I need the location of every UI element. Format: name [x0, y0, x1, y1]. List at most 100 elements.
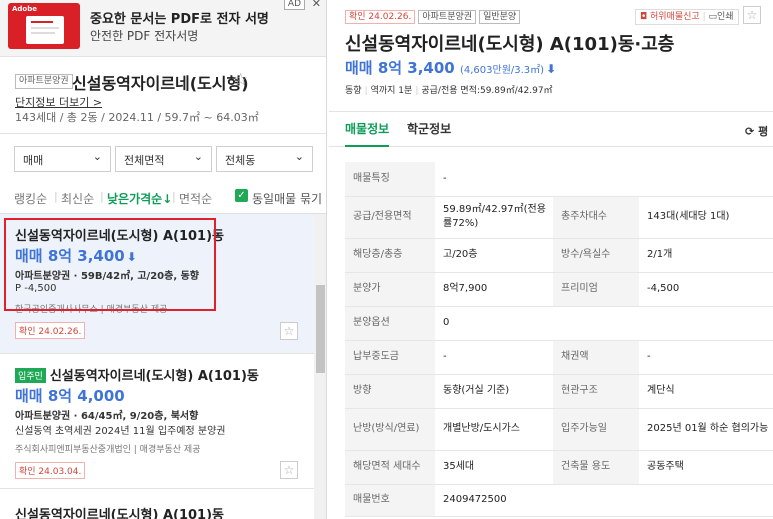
- arrow-down-icon: ⬇: [546, 62, 557, 76]
- ad-subtitle: 안전한 PDF 전자서명: [90, 29, 199, 43]
- sort-latest[interactable]: 최신순: [61, 190, 94, 207]
- confirm-badge: 확인 24.03.04.: [15, 462, 86, 479]
- building-value: 전체동: [225, 154, 256, 167]
- divider: |: [54, 190, 58, 203]
- listing-price: 매매 8억 3,400 ⬇: [15, 247, 137, 265]
- ad-banner[interactable]: Adobe 중요한 문서는 PDF로 전자 서명 안전한 PDF 전자서명 AD…: [0, 0, 326, 57]
- chevron-down-icon: ⌄: [294, 150, 304, 163]
- sort-low-price[interactable]: 낮은가격순↓: [107, 190, 172, 207]
- scrollbar[interactable]: [314, 214, 326, 519]
- tab-listing-info[interactable]: 매물정보: [345, 120, 389, 137]
- star-icon[interactable]: ☆: [280, 461, 298, 479]
- star-icon[interactable]: ☆: [280, 322, 298, 340]
- detail-label: 채권액: [553, 340, 639, 375]
- table-row: 매물특징 -: [345, 162, 773, 197]
- detail-value: 0: [435, 306, 553, 341]
- table-row: 분양옵션 0: [345, 306, 773, 341]
- listing-name[interactable]: 입주민 신설동역자이르네(도시형) A(101)동: [15, 365, 259, 384]
- detail-label: 난방(방식/연료): [345, 408, 435, 451]
- detail-label: 프리미엄: [553, 272, 639, 307]
- same-listing-label[interactable]: 동일매물 묶기: [252, 190, 322, 207]
- close-icon[interactable]: ✕: [312, 0, 321, 10]
- listing-agent: 한국공인중개사사무소 | 매경부동산 제공: [15, 305, 168, 315]
- trade-type-select[interactable]: 매매 ⌄: [14, 146, 111, 172]
- detail-label: 분양가: [345, 272, 435, 307]
- detail-label: 공급/전용면적: [345, 196, 435, 239]
- listing-name[interactable]: 신설동역자이르네(도시형) A(101)동: [15, 225, 224, 244]
- divider: |: [100, 190, 104, 203]
- detail-value: [639, 306, 773, 341]
- chevron-down-icon: ⌄: [193, 150, 203, 163]
- refresh-icon: ⟳: [745, 125, 755, 138]
- adobe-logo: Adobe: [12, 5, 37, 13]
- list-item[interactable]: 신설동역자이르네(도시형) A(101)동: [0, 490, 314, 519]
- tab-underline: [345, 145, 389, 147]
- listing-extra: P -4,500: [15, 283, 57, 294]
- print-button[interactable]: ▭인쇄: [708, 12, 733, 22]
- detail-value: 개별난방/도시가스: [435, 408, 553, 451]
- detail-label: 방수/욕실수: [553, 238, 639, 273]
- star-icon[interactable]: ☆: [743, 6, 761, 24]
- detail-value: 8억7,900: [435, 272, 553, 307]
- ad-thumbnail[interactable]: Adobe: [8, 3, 80, 49]
- same-listing-checkbox[interactable]: ✓: [235, 189, 248, 202]
- siren-icon: ◘: [640, 12, 648, 22]
- detail-value: 59.89㎡/42.97㎡(전용률72%): [435, 196, 553, 239]
- detail-label: 매물특징: [345, 162, 435, 197]
- detail-label: 건축물 용도: [553, 450, 639, 485]
- detail-label: 현관구조: [553, 374, 639, 409]
- tab-school-info[interactable]: 학군정보: [407, 120, 451, 137]
- price-per-area: (4,603만원/3.3㎡): [459, 65, 545, 76]
- listing-extra: 신설동역 초역세권 2024년 11월 입주예정 분양권: [15, 426, 226, 437]
- detail-value: 2025년 01월 하순 협의가능: [639, 408, 773, 451]
- table-row: 방향 동향(거실 기준) 현관구조 계단식: [345, 374, 773, 409]
- chevron-down-icon: ⌄: [92, 150, 102, 163]
- detail-label: 방향: [345, 374, 435, 409]
- listing-agent: 주식회사피엔피부동산중개법인 | 매경부동산 제공: [15, 445, 201, 455]
- detail-tag: 아파트분양권: [418, 10, 477, 24]
- complex-summary: 143세대 / 총 2동 / 2024.11 / 59.7㎡ ~ 64.03㎡: [15, 111, 259, 124]
- detail-label: [553, 484, 639, 517]
- sort-ranking[interactable]: 랭킹순: [14, 190, 47, 207]
- report-button[interactable]: ◘ 허위매물신고: [640, 12, 700, 22]
- detail-label: 입주가능일: [553, 408, 639, 451]
- list-item[interactable]: 입주민 신설동역자이르네(도시형) A(101)동 매매 8억 4,000 아파트…: [0, 355, 314, 489]
- building-select[interactable]: 전체동 ⌄: [216, 146, 313, 172]
- resident-badge: 입주민: [15, 368, 46, 383]
- detail-value: [639, 484, 773, 517]
- direction-text: 동향: [345, 86, 362, 96]
- detail-value: -4,500: [639, 272, 773, 307]
- listing-detail: 아파트분양권 · 59B/42㎡, 고/20층, 동향: [15, 271, 199, 282]
- area-unit-toggle[interactable]: ⟳ 평: [745, 123, 768, 139]
- star-icon[interactable]: ☆: [233, 70, 248, 90]
- table-row: 납부중도금 - 채권액 -: [345, 340, 773, 375]
- detail-value: -: [435, 340, 553, 375]
- detail-info: 동향 | 역까지 1분 | 공급/전용 면적:59.89㎡/42.97㎡: [345, 86, 553, 96]
- detail-value: 2/1개: [639, 238, 773, 273]
- sort-area[interactable]: 면적순: [179, 190, 212, 207]
- detail-value: 계단식: [639, 374, 773, 409]
- complex-header: 아파트분양권 신설동역자이르네(도시형) ☆ 단지정보 더보기 > 143세대 …: [0, 58, 326, 133]
- ad-title[interactable]: 중요한 문서는 PDF로 전자 서명: [90, 8, 269, 27]
- filter-bar: 매매 ⌄ 전체면적 ⌄ 전체동 ⌄: [0, 133, 326, 181]
- detail-value: 143대(세대당 1대): [639, 196, 773, 239]
- complex-info-link[interactable]: 단지정보 더보기 >: [15, 94, 102, 110]
- detail-tabs: 매물정보 학군정보 ⟳ 평: [329, 111, 773, 147]
- print-icon: ▭: [708, 12, 717, 22]
- detail-value: 공동주택: [639, 450, 773, 485]
- listing-name[interactable]: 신설동역자이르네(도시형) A(101)동: [15, 504, 224, 519]
- table-row: 난방(방식/연료) 개별난방/도시가스 입주가능일 2025년 01월 하순 협의가능: [345, 408, 773, 451]
- complex-name: 신설동역자이르네(도시형): [72, 74, 249, 93]
- arrow-down-icon: ⬇: [126, 250, 137, 264]
- area-text: 공급/전용 면적:59.89㎡/42.97㎡: [421, 86, 553, 96]
- detail-value: [639, 162, 773, 197]
- list-item[interactable]: 신설동역자이르네(도시형) A(101)동 매매 8억 3,400 ⬇ 아파트분양…: [0, 214, 314, 354]
- listing-detail-table: 매물특징 - 공급/전용면적 59.89㎡/42.97㎡(전용률72%) 총주차대수 14…: [345, 162, 773, 517]
- detail-label: 분양옵션: [345, 306, 435, 341]
- area-select[interactable]: 전체면적 ⌄: [115, 146, 212, 172]
- detail-value: 고/20층: [435, 238, 553, 273]
- document-icon: [26, 16, 64, 44]
- detail-label: 납부중도금: [345, 340, 435, 375]
- scrollbar-thumb[interactable]: [316, 285, 325, 373]
- confirm-badge: 확인 24.02.26.: [15, 322, 86, 339]
